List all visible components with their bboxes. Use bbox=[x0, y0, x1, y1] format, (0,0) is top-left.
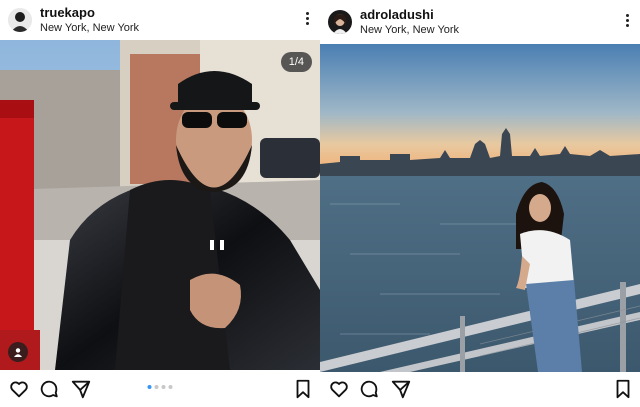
post-actions bbox=[0, 371, 320, 407]
avatar[interactable] bbox=[328, 10, 352, 34]
post-header: adroladushi New York, New York bbox=[320, 2, 640, 42]
avatar[interactable] bbox=[8, 8, 32, 32]
comment-icon[interactable] bbox=[358, 378, 380, 400]
carousel-dot bbox=[168, 385, 173, 389]
carousel-dot bbox=[147, 385, 152, 389]
carousel-dot bbox=[154, 385, 159, 389]
bookmark-icon[interactable] bbox=[612, 378, 634, 400]
bookmark-icon[interactable] bbox=[292, 378, 314, 400]
location[interactable]: New York, New York bbox=[40, 22, 139, 34]
carousel-counter: 1/4 bbox=[280, 52, 312, 72]
user-tag-icon[interactable] bbox=[8, 342, 28, 362]
post-image[interactable] bbox=[320, 44, 640, 372]
more-vertical-icon[interactable] bbox=[624, 14, 630, 30]
post-image[interactable]: 1/4 bbox=[0, 40, 320, 370]
carousel-dot bbox=[161, 385, 166, 389]
post-truekapo: truekapo New York, New York 1/4 bbox=[0, 0, 320, 407]
location[interactable]: New York, New York bbox=[360, 24, 459, 36]
send-icon[interactable] bbox=[70, 378, 92, 400]
post-adroladushi: adroladushi New York, New York bbox=[320, 0, 640, 407]
carousel-indicator bbox=[147, 385, 173, 389]
comment-icon[interactable] bbox=[38, 378, 60, 400]
heart-icon[interactable] bbox=[328, 378, 350, 400]
post-header: truekapo New York, New York bbox=[0, 0, 320, 40]
feed: truekapo New York, New York 1/4 adroladu… bbox=[0, 0, 640, 407]
username[interactable]: truekapo bbox=[40, 5, 139, 20]
heart-icon[interactable] bbox=[8, 378, 30, 400]
post-actions bbox=[320, 371, 640, 407]
username[interactable]: adroladushi bbox=[360, 7, 459, 22]
more-vertical-icon[interactable] bbox=[304, 12, 310, 28]
send-icon[interactable] bbox=[390, 378, 412, 400]
